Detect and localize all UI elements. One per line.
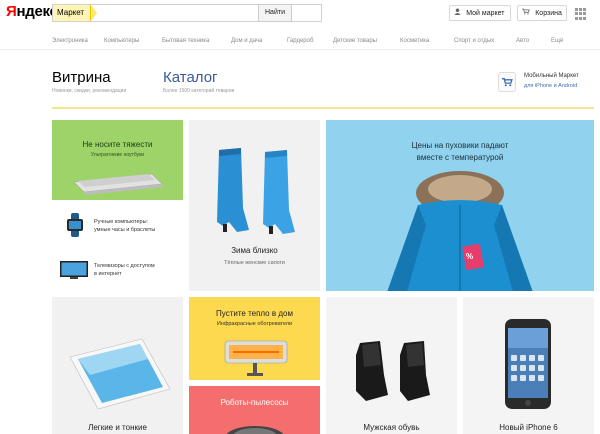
vitrina-subtitle: Новинки, скидки, рекомендации — [52, 88, 127, 94]
search-box[interactable]: Маркет Найти — [52, 4, 322, 22]
logo-first-letter: Я — [6, 3, 17, 20]
cart-icon — [522, 8, 532, 17]
my-market-button[interactable]: Мой маркет — [449, 5, 511, 21]
top-header: Яндекс Маркет Найти Мой маркет Корзина — [0, 0, 600, 28]
tv-text-line: в интернет — [94, 271, 122, 277]
search-button[interactable]: Найти — [258, 4, 292, 22]
jacket-discount-tag-label: % — [466, 252, 474, 261]
tablet-image — [69, 338, 171, 410]
heaters-title: Пустите тепло в дом — [216, 309, 293, 318]
tablets-tile[interactable]: Легкие и тонкие — [52, 297, 183, 434]
heaters-tile[interactable]: Пустите тепло в дом Инфракрасные обогрев… — [189, 297, 320, 380]
mobile-market-title: Мобильный Маркет — [524, 73, 579, 79]
laptops-title: Не носите тяжести — [82, 140, 153, 149]
mobile-market-link[interactable]: для iPhone и Android — [524, 83, 577, 89]
category-nav: Электроника Компьютеры Бытовая техника Д… — [0, 28, 600, 50]
cart-button[interactable]: Корзина — [517, 5, 567, 21]
laptops-subtitle: Ультратонкие ноутбуки — [90, 152, 145, 158]
smartwatch-text-line: умные часы и браслеты — [94, 227, 156, 233]
nav-item[interactable]: Ещё — [551, 38, 563, 44]
yandex-logo[interactable]: Яндекс — [6, 3, 58, 20]
laptops-promo-tile[interactable]: Не носите тяжести Ультратонкие ноутбуки — [52, 120, 183, 200]
vitrina-heading[interactable]: Витрина — [52, 69, 111, 86]
nav-item[interactable]: Дом и дача — [231, 38, 262, 44]
robot-vacuums-tile[interactable]: Роботы-пылесосы — [189, 386, 320, 434]
section-divider — [52, 107, 594, 109]
nav-item[interactable]: Электроника — [52, 38, 88, 44]
catalog-subtitle: Более 1500 категорий товаров — [163, 88, 235, 94]
services-grid-icon[interactable] — [575, 8, 587, 20]
nav-item[interactable]: Компьютеры — [104, 38, 139, 44]
iphone-image — [505, 319, 551, 409]
nav-item[interactable]: Авто — [516, 38, 529, 44]
down-jacket-image — [387, 171, 533, 291]
nav-item[interactable]: Спорт и отдых — [454, 38, 494, 44]
robots-title: Роботы-пылесосы — [220, 398, 289, 407]
tablets-title: Легкие и тонкие — [88, 423, 147, 432]
tv-text-line: Телевизоры с доступом — [94, 263, 155, 269]
boots-subtitle: Тёплые женские сапоги — [224, 260, 285, 266]
nav-item[interactable]: Гардероб — [287, 38, 313, 44]
jackets-title-line: вместе с температурой — [416, 153, 504, 162]
heater-image — [224, 340, 288, 376]
my-market-label: Мой маркет — [466, 10, 505, 17]
smartwatch-image — [67, 213, 83, 237]
smartwatch-tile[interactable]: Ручные компьютеры: умные часы и браслеты — [52, 205, 183, 245]
cart-label: Корзина — [535, 10, 562, 17]
mobile-cart-icon[interactable] — [498, 72, 516, 92]
nav-item[interactable]: Детские товары — [333, 38, 377, 44]
iphone-title: Новый iPhone 6 — [499, 423, 558, 432]
smart-tv-tile[interactable]: Телевизоры с доступом в интернет — [52, 250, 183, 290]
catalog-link[interactable]: Каталог — [163, 69, 218, 86]
smartwatch-text-line: Ручные компьютеры: — [94, 219, 149, 225]
robot-vacuum-image — [226, 426, 284, 434]
laptop-image — [73, 173, 163, 195]
user-icon — [454, 8, 463, 17]
down-jackets-tile[interactable]: Цены на пуховики падают вместе с темпера… — [326, 120, 594, 291]
boots-title: Зима близко — [231, 246, 278, 255]
jackets-title-line: Цены на пуховики падают — [411, 141, 509, 150]
mens-shoes-title: Мужская обувь — [363, 423, 420, 432]
nav-item[interactable]: Косметика — [400, 38, 429, 44]
iphone-tile[interactable]: Новый iPhone 6 — [463, 297, 594, 434]
boots-image — [217, 148, 295, 234]
heaters-subtitle: Инфракрасные обогреватели — [216, 321, 293, 327]
tv-image — [60, 261, 88, 279]
nav-item[interactable]: Бытовая техника — [162, 38, 209, 44]
mens-shoes-image — [356, 341, 430, 401]
winter-boots-tile[interactable]: Зима близко Тёплые женские сапоги — [189, 120, 320, 291]
search-service-tag[interactable]: Маркет — [53, 5, 98, 21]
mens-shoes-tile[interactable]: Мужская обувь — [326, 297, 457, 434]
